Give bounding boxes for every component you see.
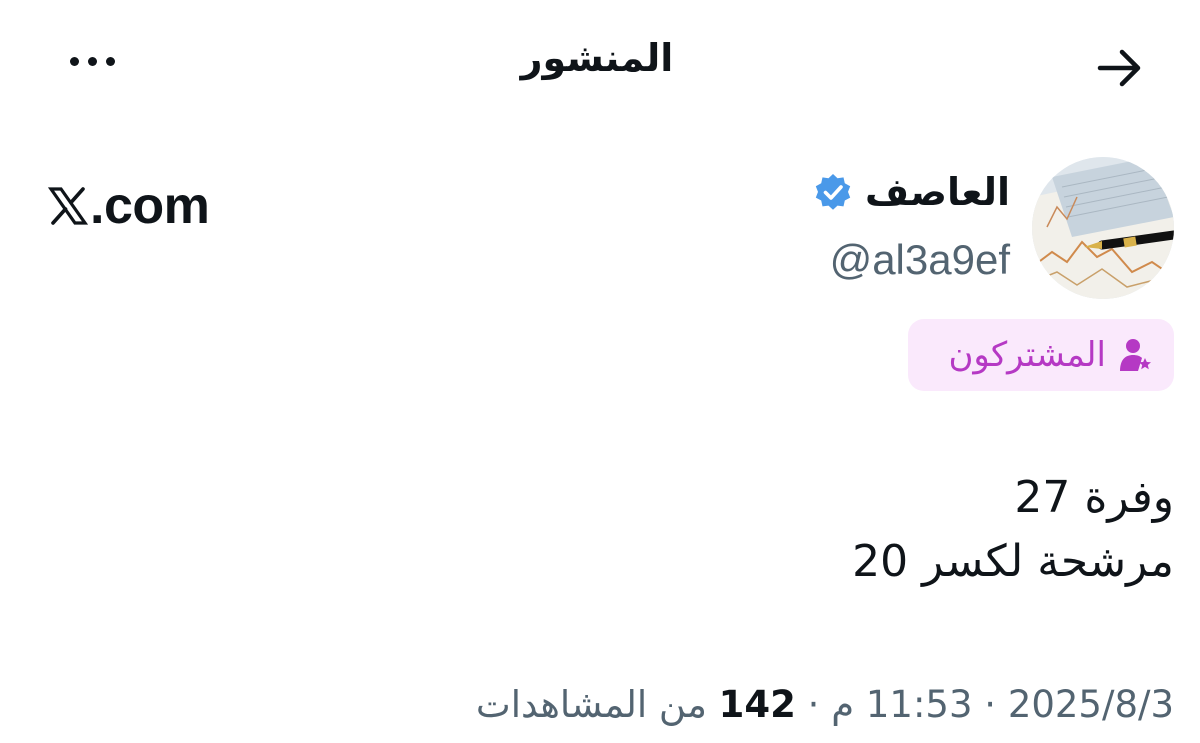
post-date[interactable]: 2025/8/3 <box>1008 683 1174 726</box>
display-name[interactable]: العاصف <box>865 170 1010 214</box>
subscribers-badge[interactable]: المشتركون <box>908 319 1174 391</box>
more-options-button[interactable] <box>52 36 132 86</box>
post-body: وفرة 27 مرشحة لكسر 20 <box>852 466 1174 594</box>
views-label: من المشاهدات <box>475 683 707 726</box>
more-dot <box>105 56 115 66</box>
more-dot <box>87 56 97 66</box>
meta-separator: · <box>984 683 997 726</box>
post-time[interactable]: 11:53 م <box>831 683 972 726</box>
subscriber-star-icon <box>1120 339 1151 371</box>
avatar-chart-pen-image <box>1032 157 1174 299</box>
meta-separator: · <box>807 683 820 726</box>
post-meta: 2025/8/3 · 11:53 م · 142 من المشاهدات <box>476 683 1174 726</box>
author-handle[interactable]: @al3a9ef <box>830 236 1010 284</box>
more-horizontal-icon <box>69 56 79 66</box>
subscribers-label: المشتركون <box>948 335 1106 375</box>
watermark-text: .com <box>90 177 210 235</box>
post-line-2: مرشحة لكسر 20 <box>852 536 1174 587</box>
views-count[interactable]: 142 <box>719 683 796 726</box>
x-com-watermark: .com <box>48 176 210 236</box>
x-logo-icon <box>48 187 88 225</box>
avatar[interactable] <box>1032 157 1174 299</box>
post-line-1: وفرة 27 <box>1014 472 1174 523</box>
author-name-row: العاصف <box>813 170 1010 214</box>
post-page: المنشور العاصف @al3a9ef .com المشتركون و… <box>0 0 1200 743</box>
verified-badge-icon <box>815 174 851 210</box>
page-title: المنشور <box>520 36 674 80</box>
